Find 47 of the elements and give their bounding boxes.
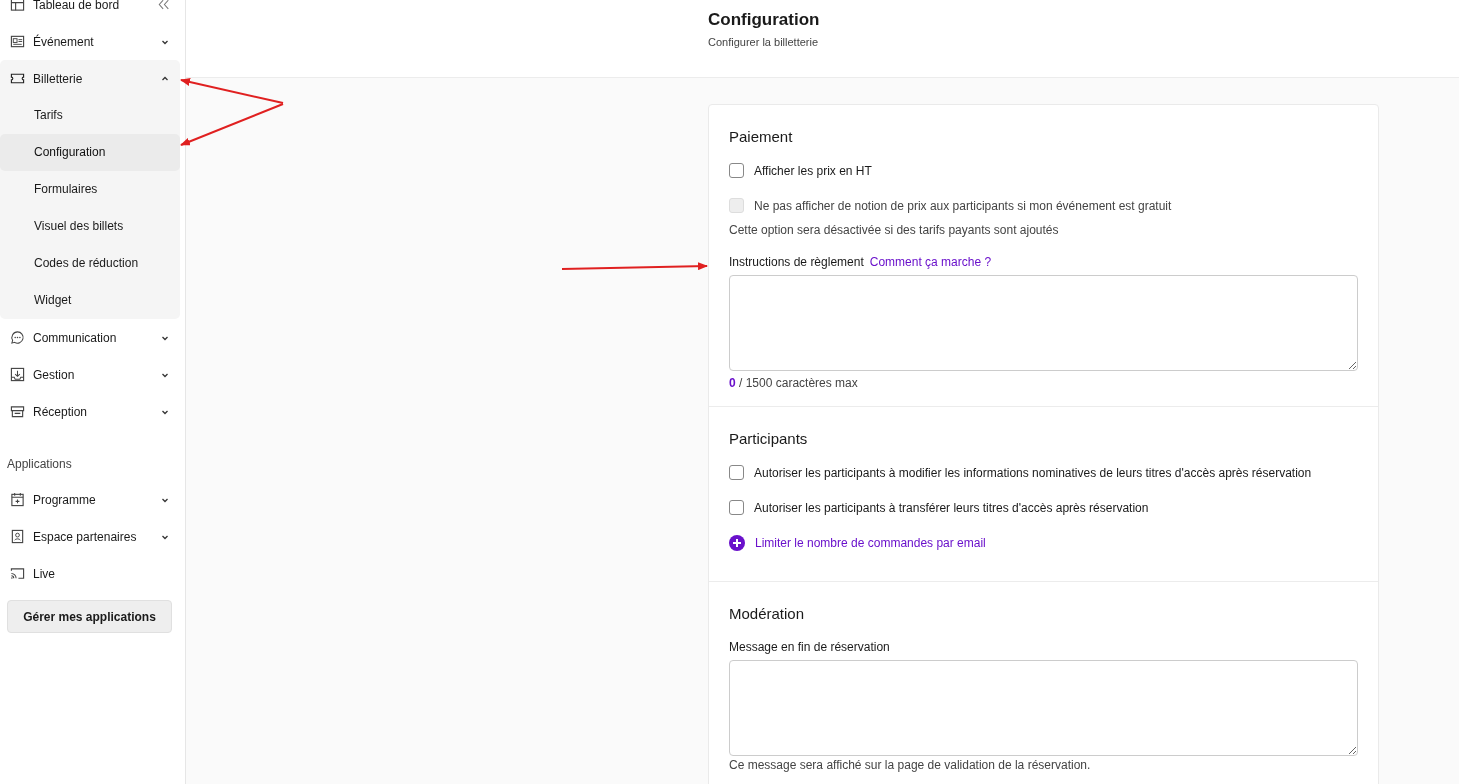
plus-circle-icon [729, 535, 745, 551]
helper-text: Ce message sera affiché sur la page de validation de la réservation. [729, 758, 1092, 772]
helper-text: Cette option sera désactivée si des tarifs payants sont ajoutés [729, 223, 1060, 237]
submenu-item[interactable]: Codes de réduction [0, 245, 180, 282]
sidebar-item[interactable]: Espace partenaires [0, 518, 180, 555]
sidebar-item[interactable]: Programme [0, 481, 180, 518]
section-title: Modération [729, 605, 806, 622]
chat-icon [10, 330, 25, 345]
sidebar-item[interactable]: Événement [0, 23, 180, 60]
help-link[interactable]: Comment ça marche ? [869, 255, 992, 269]
submenu-item[interactable]: Configuration [0, 134, 180, 171]
submenu-item[interactable]: Widget [0, 282, 180, 319]
layout-icon [10, 0, 25, 12]
checkbox-label: Autoriser les participants à modifier les informations nominatives de leurs titres d'accès après réservation [754, 465, 1312, 480]
id-card-icon [10, 34, 25, 49]
submenu-item[interactable]: Formulaires [0, 171, 180, 208]
add-limit-link[interactable]: Limiter le nombre de commandes par email [729, 535, 1358, 551]
sidebar-item[interactable]: Réception [0, 393, 180, 430]
checkbox[interactable] [729, 465, 744, 480]
sidebar-item[interactable]: Live [0, 555, 180, 592]
ticket-icon [10, 71, 25, 86]
checkbox[interactable] [729, 163, 744, 178]
submenu-item[interactable]: Visuel des billets [0, 208, 180, 245]
checkbox-label: Autoriser les participants à transférer leurs titres d'accès après réservation [754, 500, 1149, 515]
field-label: Instructions de règlement [729, 255, 864, 269]
download-icon [10, 367, 25, 382]
section-heading: Applications [7, 457, 73, 473]
cast-icon [10, 566, 25, 581]
checkbox[interactable] [729, 500, 744, 515]
store-icon [10, 404, 25, 419]
checkbox-label: Ne pas afficher de notion de prix aux participants si mon événement est gratuit [754, 198, 1172, 213]
checkbox-label: Afficher les prix en HT [754, 163, 872, 178]
section-title: Paiement [729, 128, 794, 145]
sidebar-item[interactable]: Billetterie [0, 60, 180, 97]
field-label: Message en fin de réservation [729, 640, 890, 654]
badge-icon [10, 529, 25, 544]
manage-apps-button[interactable]: Gérer mes applications [7, 600, 172, 633]
calendar-icon [10, 492, 25, 507]
sidebar-item[interactable]: Communication [0, 319, 180, 356]
page-subtitle: Configurer la billetterie [708, 36, 820, 48]
character-counter: 0 / 1500 caractères max [729, 376, 859, 390]
section-title: Participants [729, 430, 809, 447]
sidebar-item[interactable]: Tableau de bord [0, 0, 180, 23]
collapse-icon[interactable] [158, 0, 170, 10]
sidebar-item[interactable]: Gestion [0, 356, 180, 393]
submenu-item[interactable]: Tarifs [0, 97, 180, 134]
page-title: Configuration [708, 10, 821, 30]
